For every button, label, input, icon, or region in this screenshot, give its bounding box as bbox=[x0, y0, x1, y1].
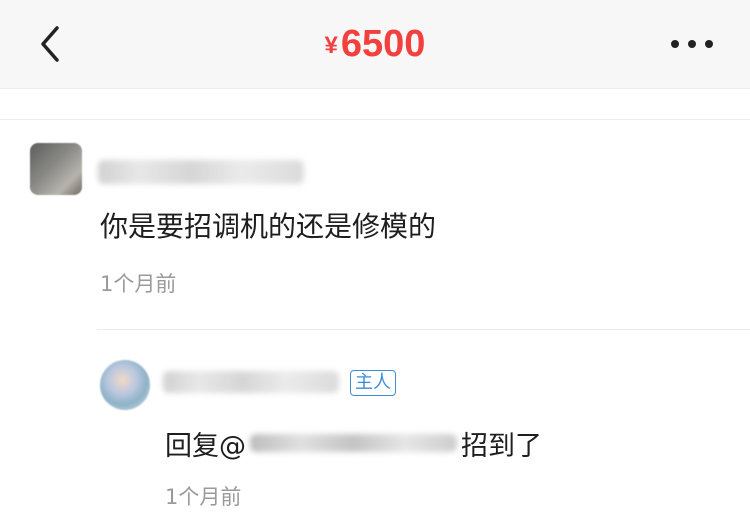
reply-text: 回复@ 招到了 bbox=[165, 424, 542, 462]
top-navigation-bar: ¥6500 bbox=[0, 0, 750, 89]
clipped-content-remnant bbox=[30, 80, 100, 92]
comment-time: 1个月前 bbox=[100, 272, 177, 296]
reply-divider bbox=[97, 329, 750, 330]
ellipsis-icon bbox=[671, 40, 713, 48]
price-title: ¥6500 bbox=[0, 18, 750, 78]
owner-badge: 主人 bbox=[350, 370, 396, 396]
more-options-button[interactable] bbox=[662, 22, 722, 66]
avatar[interactable] bbox=[100, 360, 150, 410]
commenter-name[interactable] bbox=[98, 160, 304, 184]
replier-name[interactable] bbox=[163, 371, 339, 393]
currency-symbol: ¥ bbox=[324, 32, 338, 59]
reply-time: 1个月前 bbox=[165, 485, 242, 509]
reply-prefix: 回复@ bbox=[165, 430, 246, 462]
section-divider bbox=[0, 119, 750, 120]
reply-content: 招到了 bbox=[461, 430, 542, 462]
avatar[interactable] bbox=[30, 143, 82, 195]
mentioned-user-name[interactable] bbox=[250, 434, 457, 452]
price-amount: 6500 bbox=[340, 23, 426, 65]
comment-text: 你是要招调机的还是修模的 bbox=[100, 210, 437, 243]
